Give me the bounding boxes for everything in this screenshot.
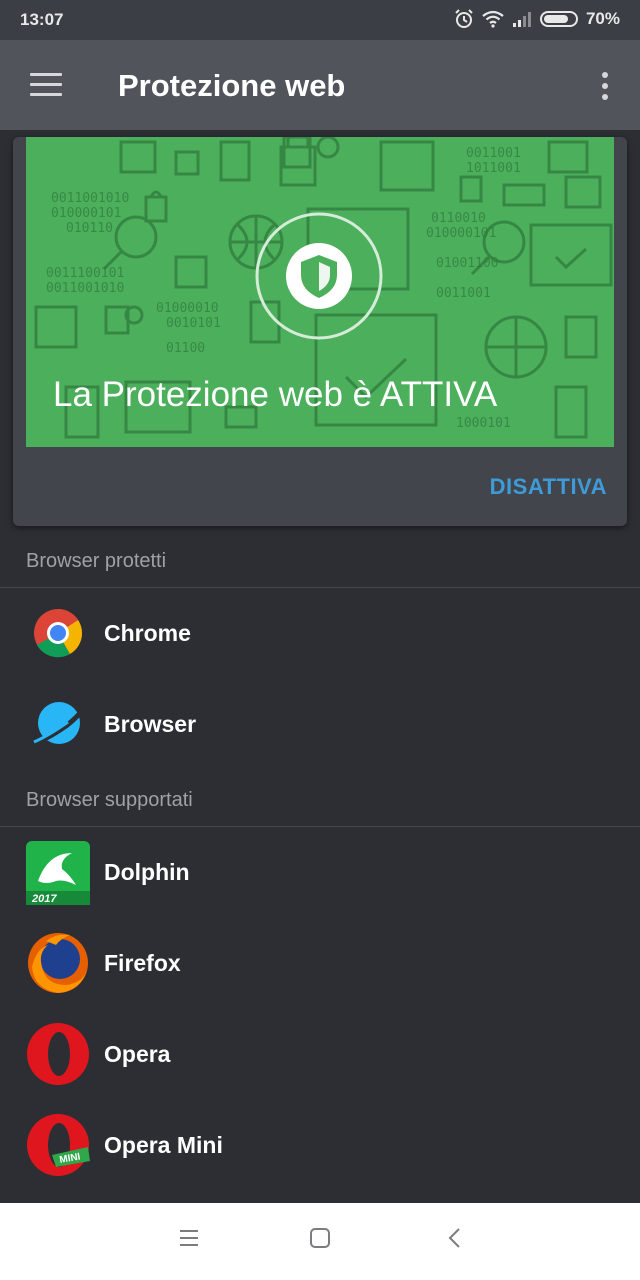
status-time: 13:07	[20, 10, 64, 29]
protection-banner: 0011001010 010000101 010110 0011100101 0…	[26, 137, 614, 447]
recents-icon[interactable]	[178, 1227, 200, 1249]
chrome-icon	[34, 609, 83, 658]
svg-text:010110: 010110	[66, 221, 113, 236]
svg-text:0010101: 0010101	[166, 316, 221, 331]
svg-text:01100: 01100	[166, 341, 205, 356]
home-icon[interactable]	[309, 1227, 331, 1249]
browser-name: Browser	[104, 711, 197, 737]
browser-name: Chrome	[104, 620, 191, 646]
signal-icon	[512, 12, 531, 27]
shield-check-icon	[255, 212, 383, 340]
protected-browsers-section: Browser protetti Chrome Browser	[0, 536, 640, 770]
system-nav-bar	[0, 1203, 640, 1280]
browser-name: Dolphin	[104, 859, 190, 885]
page-title: Protezione web	[118, 68, 346, 103]
battery-icon	[539, 11, 578, 27]
more-vert-icon[interactable]	[600, 72, 610, 100]
hamburger-icon[interactable]	[30, 73, 62, 97]
svg-text:010000101: 010000101	[426, 226, 496, 241]
svg-text:0011001: 0011001	[436, 286, 491, 301]
mi-browser-icon	[31, 697, 87, 747]
disable-button[interactable]: DISATTIVA	[490, 474, 607, 500]
battery-percent: 70%	[585, 9, 620, 28]
list-item-browser[interactable]: Browser	[0, 679, 640, 770]
list-item-dolphin[interactable]: 2017 Dolphin	[0, 827, 640, 918]
svg-text:01000010: 01000010	[156, 301, 219, 316]
svg-text:0011100101: 0011100101	[46, 266, 124, 281]
list-item-opera-mini[interactable]: MINI Opera Mini	[0, 1100, 640, 1191]
dolphin-badge: 2017	[31, 893, 57, 905]
browser-name: Opera Mini	[104, 1132, 223, 1158]
back-icon[interactable]	[444, 1227, 466, 1249]
supported-browsers-section: Browser supportati 2017 Dolphin Firefox …	[0, 775, 640, 1191]
firefox-icon	[28, 933, 88, 993]
wifi-icon	[482, 10, 504, 28]
svg-text:1000101: 1000101	[456, 416, 511, 431]
list-item-firefox[interactable]: Firefox	[0, 918, 640, 1009]
dolphin-icon: 2017	[26, 841, 90, 905]
svg-text:0110010: 0110010	[431, 211, 486, 226]
browser-name: Firefox	[104, 950, 181, 976]
list-item-opera[interactable]: Opera	[0, 1009, 640, 1100]
svg-text:0011001: 0011001	[466, 146, 521, 161]
opera-mini-icon: MINI	[27, 1114, 90, 1176]
svg-text:010000101: 010000101	[51, 206, 121, 221]
alarm-icon	[455, 9, 473, 28]
svg-text:01001100: 01001100	[436, 256, 499, 271]
protection-card: 0011001010 010000101 010110 0011100101 0…	[13, 137, 627, 526]
section-header: Browser protetti	[0, 536, 640, 588]
protection-status-text: La Protezione web è ATTIVA	[53, 375, 498, 414]
list-item-chrome[interactable]: Chrome	[0, 588, 640, 679]
section-header: Browser supportati	[0, 775, 640, 827]
svg-text:0011001010: 0011001010	[46, 281, 124, 296]
svg-text:0011001010: 0011001010	[51, 191, 129, 206]
svg-text:1011001: 1011001	[466, 161, 521, 176]
app-bar: Protezione web	[0, 40, 640, 130]
status-bar: 13:07 70%	[0, 0, 640, 40]
browser-name: Opera	[104, 1041, 171, 1067]
opera-icon	[27, 1023, 89, 1085]
